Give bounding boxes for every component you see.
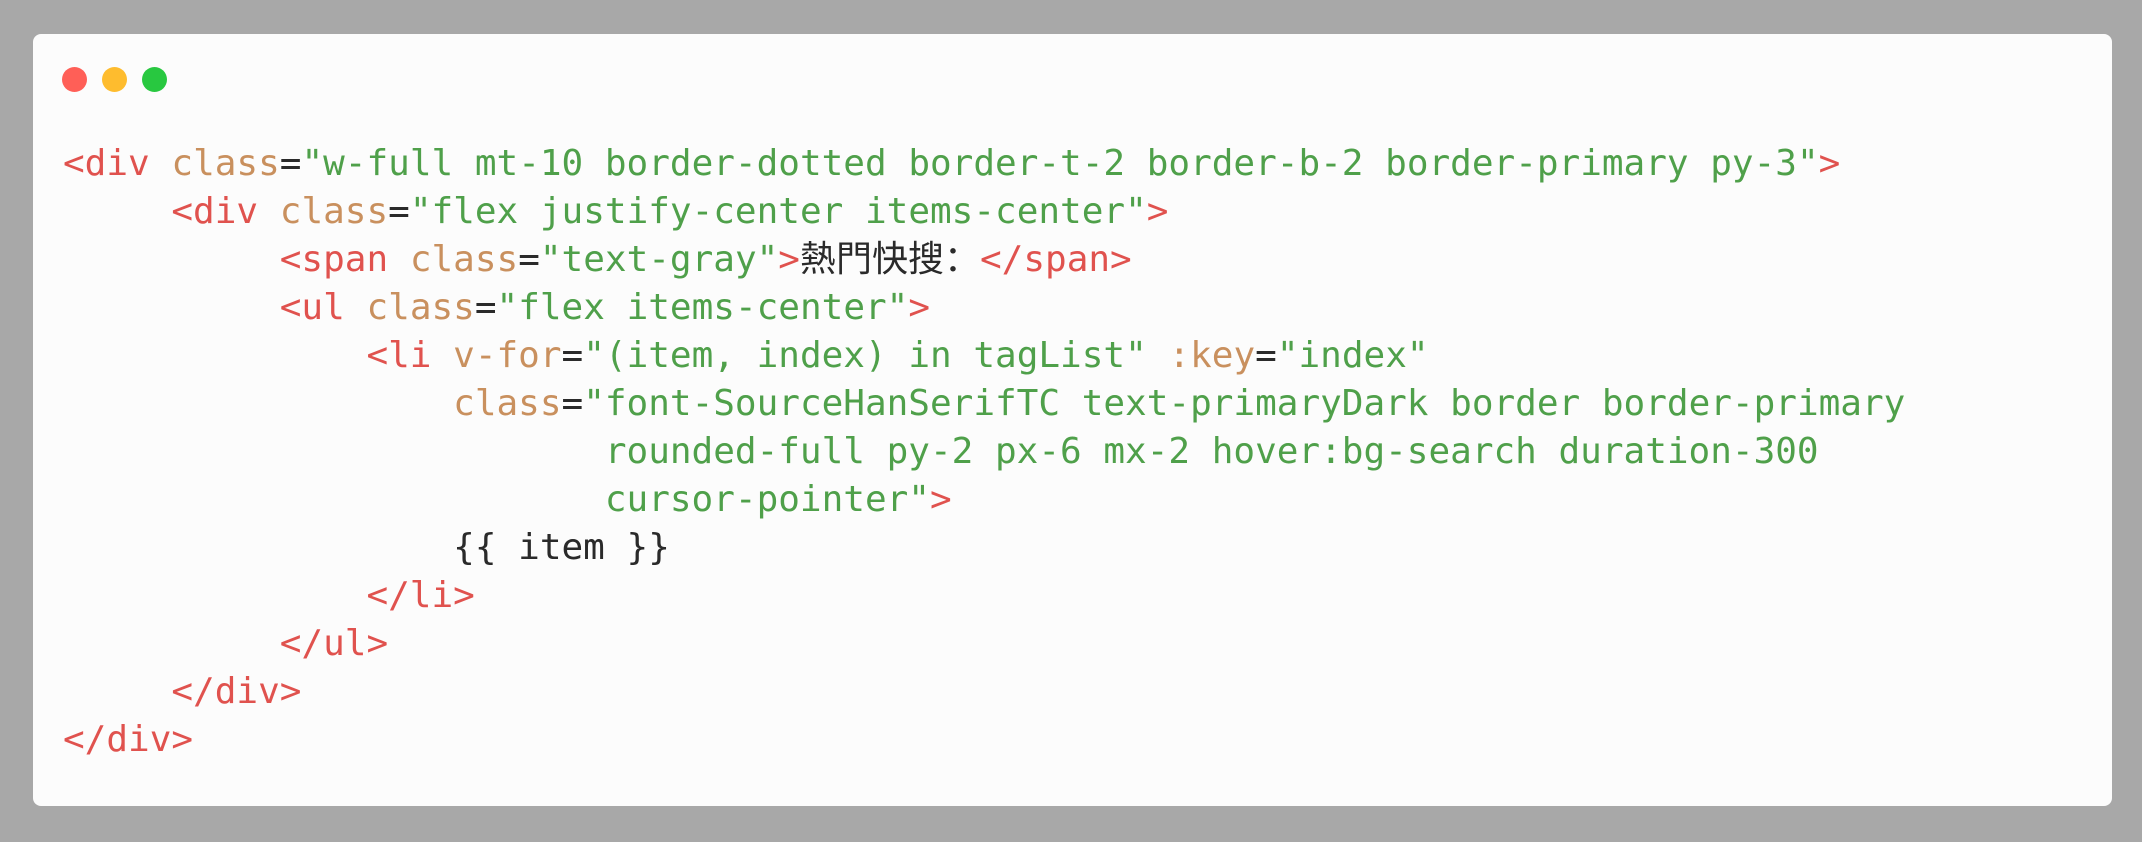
code-line: <div class="flex justify-center items-ce… — [63, 188, 1905, 236]
code-line: rounded-full py-2 px-6 mx-2 hover:bg-sea… — [63, 428, 1905, 476]
code-line: <li v-for="(item, index) in tagList" :ke… — [63, 332, 1905, 380]
code-token: = — [1255, 335, 1277, 376]
code-token: "font-SourceHanSerifTC text-primaryDark … — [583, 383, 1906, 424]
code-token: = — [388, 191, 410, 232]
code-token: = — [561, 383, 584, 424]
code-block: <div class="w-full mt-10 border-dotted b… — [63, 140, 1905, 764]
code-token: class — [171, 143, 280, 184]
minimize-button[interactable] — [102, 67, 127, 92]
code-token: "flex justify-center items-center" — [409, 191, 1147, 232]
code-token: "w-full mt-10 border-dotted border-t-2 b… — [301, 143, 1819, 184]
code-line: </div> — [63, 668, 1905, 716]
code-token: v-for — [453, 335, 562, 376]
code-token: = — [279, 143, 302, 184]
code-token: 熱門快搜： — [799, 239, 980, 280]
code-token: > — [908, 287, 931, 328]
code-line: <ul class="flex items-center"> — [63, 284, 1905, 332]
code-token: = — [518, 239, 540, 280]
code-token: class — [279, 191, 389, 232]
code-line: <div class="w-full mt-10 border-dotted b… — [63, 140, 1905, 188]
code-token: <span — [279, 239, 389, 280]
code-token: = — [561, 335, 584, 376]
code-token: "flex items-center" — [496, 287, 909, 328]
code-token: <ul — [279, 287, 345, 328]
code-token: > — [929, 479, 952, 520]
code-token: </li> — [366, 575, 475, 616]
code-token: <div — [171, 191, 259, 232]
zoom-button[interactable] — [142, 67, 167, 92]
code-line: </li> — [63, 572, 1905, 620]
code-token: rounded-full py-2 px-6 mx-2 hover:bg-sea… — [604, 431, 1819, 472]
code-token: class — [366, 287, 475, 328]
code-token: <li — [366, 335, 432, 376]
code-line: cursor-pointer"> — [63, 476, 1905, 524]
code-line: class="font-SourceHanSerifTC text-primar… — [63, 380, 1905, 428]
code-token: </div> — [171, 671, 302, 712]
code-token: <div — [63, 143, 150, 184]
code-window: <div class="w-full mt-10 border-dotted b… — [33, 34, 2112, 806]
code-token: class — [453, 383, 562, 424]
code-line: </ul> — [63, 620, 1905, 668]
code-line: {{ item }} — [63, 524, 1905, 572]
code-token: cursor-pointer" — [604, 479, 930, 520]
code-token: :key — [1168, 335, 1256, 376]
code-token: </span> — [980, 239, 1132, 280]
code-token: = — [474, 287, 497, 328]
code-token: "(item, index) in tagList" — [583, 335, 1147, 376]
code-token: {{ item }} — [453, 527, 670, 568]
code-token: </div> — [63, 719, 194, 760]
code-token: class — [409, 239, 519, 280]
code-token: "text-gray" — [539, 239, 779, 280]
code-line: <span class="text-gray">熱門快搜：</span> — [63, 236, 1905, 284]
code-token: </ul> — [279, 623, 389, 664]
close-button[interactable] — [62, 67, 87, 92]
code-line: </div> — [63, 716, 1905, 764]
code-token: > — [1818, 143, 1841, 184]
code-token: > — [778, 239, 800, 280]
code-token: "index" — [1276, 335, 1429, 376]
code-token: > — [1146, 191, 1169, 232]
